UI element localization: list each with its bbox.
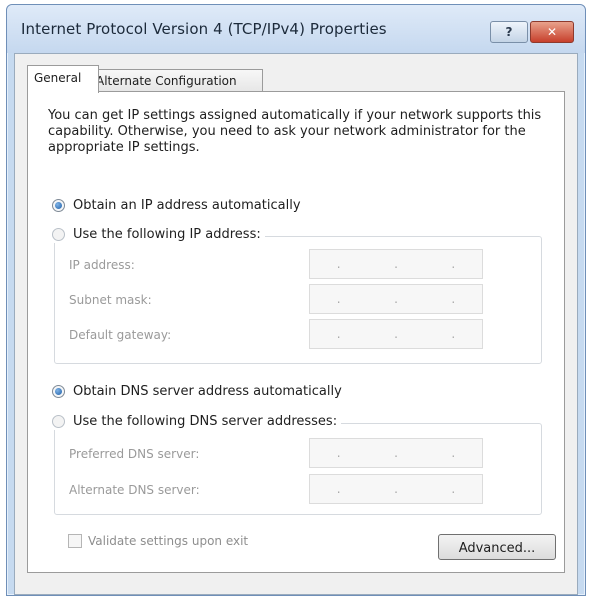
alternate-dns-input[interactable]: . . .	[309, 474, 483, 504]
dialog-window: Internet Protocol Version 4 (TCP/IPv4) P…	[6, 4, 586, 596]
help-button[interactable]: ?	[490, 21, 528, 43]
ip-separator: .	[451, 446, 456, 460]
advanced-button[interactable]: Advanced...	[438, 534, 556, 560]
validate-settings-option[interactable]: Validate settings upon exit	[68, 534, 248, 548]
radio-use-following-ip[interactable]: Use the following IP address:	[52, 225, 265, 243]
default-gateway-row: Default gateway: . . .	[69, 319, 541, 349]
subnet-mask-row: Subnet mask: . . .	[69, 284, 541, 314]
close-button[interactable]: ✕	[530, 21, 574, 43]
ip-separator: .	[394, 327, 398, 341]
preferred-dns-input[interactable]: . . .	[309, 438, 483, 468]
ip-separator: .	[394, 446, 398, 460]
tab-general[interactable]: General	[27, 65, 99, 93]
preferred-dns-row: Preferred DNS server: . . .	[69, 438, 541, 468]
ip-address-group: IP address: . . . Subnet mask: . . . Def…	[54, 236, 542, 364]
ip-address-label: IP address:	[69, 258, 135, 272]
title-bar[interactable]: Internet Protocol Version 4 (TCP/IPv4) P…	[7, 5, 585, 53]
ip-separator: .	[394, 292, 398, 306]
radio-button-unchecked[interactable]	[52, 227, 65, 241]
validate-settings-label: Validate settings upon exit	[88, 534, 249, 548]
ip-address-row: IP address: . . .	[69, 249, 541, 279]
alternate-dns-row: Alternate DNS server: . . .	[69, 474, 541, 504]
ip-separator: .	[394, 482, 398, 496]
help-icon: ?	[505, 25, 513, 39]
validate-settings-checkbox[interactable]	[68, 534, 82, 548]
ip-separator: .	[451, 327, 456, 341]
ip-separator: .	[336, 446, 341, 460]
radio-button-checked[interactable]	[52, 198, 65, 212]
radio-button-unchecked[interactable]	[52, 414, 65, 428]
radio-use-following-dns[interactable]: Use the following DNS server addresses:	[52, 412, 342, 430]
radio-obtain-dns-auto-label: Obtain DNS server address automatically	[73, 383, 342, 399]
ip-separator: .	[451, 292, 456, 306]
ip-separator: .	[451, 482, 456, 496]
ip-separator: .	[451, 257, 456, 271]
radio-obtain-ip-auto[interactable]: Obtain an IP address automatically	[52, 196, 301, 214]
tab-alternate-configuration[interactable]: Alternate Configuration	[89, 69, 263, 92]
radio-button-checked[interactable]	[52, 384, 65, 398]
close-icon: ✕	[546, 25, 558, 39]
window-title: Internet Protocol Version 4 (TCP/IPv4) P…	[21, 20, 387, 38]
general-tab-panel: You can get IP settings assigned automat…	[27, 91, 565, 573]
intro-text: You can get IP settings assigned automat…	[48, 108, 542, 155]
radio-obtain-ip-auto-label: Obtain an IP address automatically	[73, 197, 301, 213]
radio-use-following-dns-label: Use the following DNS server addresses:	[73, 413, 338, 429]
dialog-client-area: General Alternate Configuration You can …	[14, 53, 578, 595]
ip-separator: .	[394, 257, 398, 271]
subnet-mask-input[interactable]: . . .	[309, 284, 483, 314]
preferred-dns-label: Preferred DNS server:	[69, 447, 200, 461]
subnet-mask-label: Subnet mask:	[69, 293, 152, 307]
ip-separator: .	[336, 257, 341, 271]
radio-use-following-ip-label: Use the following IP address:	[73, 226, 261, 242]
radio-obtain-dns-auto[interactable]: Obtain DNS server address automatically	[52, 382, 342, 400]
dns-server-group: Preferred DNS server: . . . Alternate DN…	[54, 423, 542, 515]
default-gateway-input[interactable]: . . .	[309, 319, 483, 349]
ip-separator: .	[336, 292, 341, 306]
ip-separator: .	[336, 482, 341, 496]
default-gateway-label: Default gateway:	[69, 328, 172, 342]
ip-separator: .	[336, 327, 341, 341]
alternate-dns-label: Alternate DNS server:	[69, 483, 200, 497]
ip-address-input[interactable]: . . .	[309, 249, 483, 279]
